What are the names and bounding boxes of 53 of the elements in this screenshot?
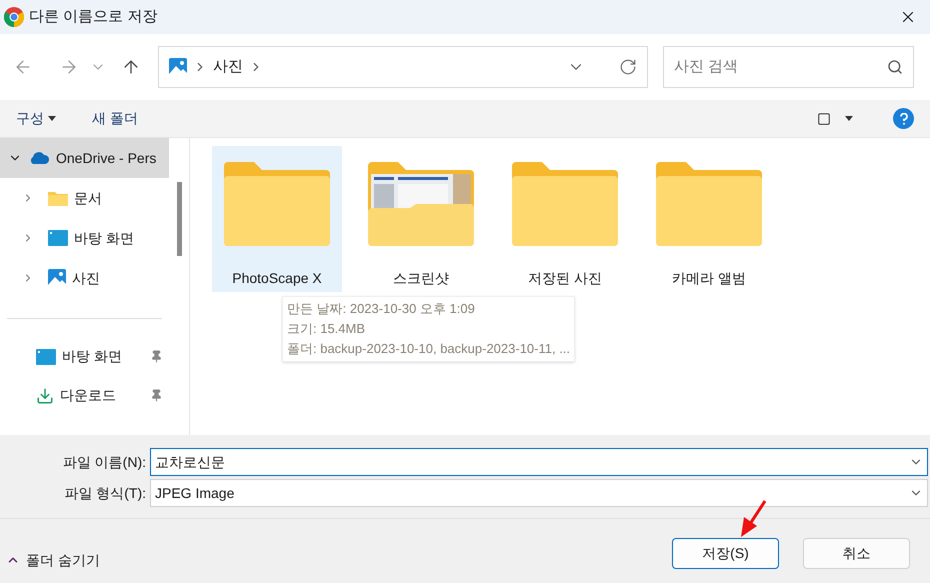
search-field[interactable]: 사진 검색 — [663, 46, 914, 88]
question-icon — [900, 112, 908, 124]
folder-item[interactable]: 스크린샷 — [356, 146, 486, 292]
sidebar-item[interactable]: 문서 — [0, 178, 170, 218]
dialog-button[interactable]: 저장(S) — [672, 538, 779, 568]
field-label: 파일 이름(N): — [62, 452, 147, 472]
caret-icon — [845, 116, 853, 121]
folder-icon — [512, 162, 618, 246]
combo-field[interactable]: 교차로신문 — [150, 448, 928, 476]
scrollbar-thumb[interactable] — [176, 182, 182, 256]
download-icon — [36, 386, 54, 404]
app-logo-icon — [4, 7, 24, 27]
hide-folders-button[interactable]: 폴더 숨기기 — [6, 550, 100, 570]
sidebar-item[interactable]: 사진 — [0, 258, 170, 298]
annotation-arrow — [738, 500, 768, 538]
cloud-icon — [28, 151, 50, 165]
tooltip-line: 만든 날짜: 2023-10-30 오후 1:09 — [287, 300, 476, 318]
help-button[interactable] — [893, 108, 914, 129]
picture-icon — [48, 269, 66, 287]
caret-icon — [48, 116, 56, 121]
sidebar-item[interactable]: OneDrive - Pers — [0, 138, 170, 178]
view-icon — [817, 112, 831, 126]
window-title: 다른 이름으로 저장 — [29, 6, 158, 27]
folder-name: 카메라 앨범 — [672, 269, 746, 288]
search-input[interactable]: 사진 검색 — [674, 56, 887, 78]
folder-item[interactable]: PhotoScape X — [212, 146, 342, 292]
folder-with-preview-icon — [368, 162, 474, 246]
folder-item[interactable]: 저장된 사진 — [500, 146, 630, 292]
folder-name: 스크린샷 — [393, 269, 449, 288]
refresh-icon[interactable] — [619, 58, 637, 76]
folder-icon — [656, 162, 762, 246]
combo-field[interactable]: JPEG Image — [150, 479, 928, 507]
organize-menu[interactable]: 구성 — [16, 108, 56, 129]
picture-icon — [169, 58, 187, 76]
view-button[interactable] — [817, 112, 853, 126]
sidebar-item[interactable]: 바탕 화면 — [0, 218, 170, 258]
new-folder-button[interactable]: 새 폴더 — [92, 108, 138, 129]
field-label: 파일 형식(T): — [63, 484, 147, 503]
folder-name: PhotoScape X — [232, 269, 322, 288]
desktop-icon — [48, 230, 68, 246]
folder-item[interactable]: 카메라 앨범 — [644, 146, 774, 292]
tooltip-line: 폴더: backup-2023-10-10, backup-2023-10-11, ... — [287, 340, 570, 358]
quick-access-item[interactable]: 다운로드 — [0, 376, 170, 415]
quick-access-item[interactable]: 바탕 화면 — [0, 337, 170, 376]
folder-name: 저장된 사진 — [528, 269, 602, 288]
search-icon — [887, 59, 903, 75]
address-bar[interactable]: 사진 — [158, 46, 648, 88]
folder-icon — [48, 190, 68, 206]
desktop-icon — [36, 348, 56, 364]
tooltip-line: 크기: 15.4MB — [287, 320, 366, 338]
folder-icon — [224, 162, 330, 246]
dialog-button[interactable]: 취소 — [803, 538, 910, 568]
breadcrumb[interactable]: 사진 — [213, 56, 243, 78]
